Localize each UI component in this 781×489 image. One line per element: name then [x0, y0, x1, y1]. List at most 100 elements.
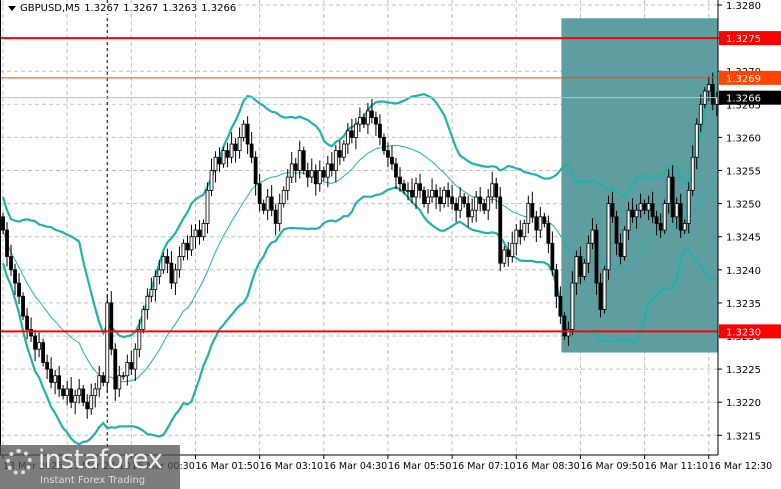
candle — [265, 189, 270, 221]
candle — [57, 365, 62, 397]
candle-body — [622, 229, 627, 257]
candle — [309, 158, 314, 184]
candle — [261, 199, 266, 215]
candle — [562, 312, 567, 340]
candle — [430, 178, 434, 203]
candle — [193, 224, 198, 249]
candle-body — [550, 242, 555, 271]
candle-body — [245, 123, 250, 145]
candle-body — [145, 295, 150, 310]
candle-body — [129, 362, 134, 370]
candle — [249, 132, 254, 164]
candle-body — [546, 223, 551, 244]
candle-body — [542, 216, 547, 224]
candle-body — [526, 203, 531, 224]
candle-body — [61, 388, 66, 396]
candle — [89, 383, 94, 415]
candle-body — [257, 183, 262, 205]
candle — [538, 206, 543, 239]
candle-body — [325, 163, 330, 178]
candle — [189, 224, 194, 256]
candle — [101, 371, 106, 387]
candle — [33, 330, 37, 362]
candle-body — [638, 203, 643, 211]
candle-body — [390, 156, 394, 165]
candle-body — [594, 229, 599, 284]
candle — [217, 147, 222, 172]
candle-body — [374, 117, 378, 125]
candle-body — [9, 256, 13, 271]
time-tick-label: 16 Mar 09:50 — [580, 461, 643, 472]
candle — [177, 246, 182, 278]
candle — [394, 157, 398, 190]
candle-body — [301, 150, 306, 171]
time-tick-label: 16 Mar 03:10 — [260, 461, 323, 472]
candle-body — [398, 176, 402, 185]
candle-body — [73, 395, 78, 403]
candle-body — [670, 176, 675, 218]
candle-body — [121, 375, 126, 378]
candle-body — [554, 269, 559, 297]
candle — [97, 365, 102, 397]
candle — [273, 204, 278, 236]
candle — [229, 132, 234, 164]
price-level-label: 1.3275 — [726, 34, 761, 45]
time-tick-label: 16 Mar 08:30 — [516, 461, 579, 472]
candle-body — [706, 84, 711, 92]
candle-body — [233, 143, 238, 152]
candle — [357, 107, 362, 133]
candle — [542, 212, 547, 228]
candle-body — [97, 375, 102, 390]
candle-body — [337, 150, 342, 158]
time-tick-label: 16 Mar 07:10 — [452, 461, 515, 472]
candle — [341, 140, 346, 162]
candle — [197, 220, 202, 245]
price-level-label: 1.3230 — [726, 327, 761, 338]
dropdown-triangle-icon[interactable] — [8, 6, 16, 11]
candle-body — [490, 183, 495, 198]
time-tick-label: 16 Mar 04:30 — [324, 461, 387, 472]
candle-body — [598, 282, 603, 310]
candle-body — [470, 209, 475, 218]
candle-body — [602, 269, 607, 310]
candle-body — [345, 130, 350, 145]
candle — [534, 210, 539, 242]
candle-body — [89, 395, 94, 410]
candle-body — [269, 196, 274, 211]
candle — [61, 384, 66, 400]
candle — [506, 241, 511, 267]
price-tick-label: 1.3250 — [726, 200, 761, 211]
candle-body — [165, 256, 170, 264]
candle-body — [105, 302, 110, 383]
candle — [117, 365, 122, 397]
candle-body — [117, 375, 122, 390]
candle — [390, 145, 394, 170]
candle-body — [538, 216, 543, 231]
candle — [21, 292, 25, 321]
candle-body — [614, 216, 619, 244]
candle-body — [101, 375, 106, 383]
candle — [257, 173, 262, 212]
candle — [269, 185, 274, 217]
candle-body — [1, 216, 5, 231]
candle — [426, 189, 430, 214]
candle-body — [213, 156, 218, 171]
candle — [498, 187, 503, 272]
candle — [333, 144, 338, 183]
candle-body — [434, 189, 438, 198]
candle-body — [281, 189, 286, 205]
price-tick-label: 1.3235 — [726, 299, 761, 310]
candle-body — [686, 189, 691, 224]
candle-body — [313, 170, 318, 185]
candle-body — [366, 110, 370, 125]
price-tick-label: 1.3245 — [726, 233, 761, 244]
low-value: 1.3263 — [162, 3, 198, 14]
candle-body — [522, 223, 527, 238]
candle-body — [498, 196, 503, 264]
candle-body — [153, 276, 158, 291]
price-chart[interactable]: 1.32801.32751.32701.32651.32601.32551.32… — [0, 0, 781, 489]
candle-body — [642, 203, 647, 211]
candle-body — [414, 183, 418, 198]
candle — [317, 160, 322, 192]
candle — [141, 305, 146, 334]
